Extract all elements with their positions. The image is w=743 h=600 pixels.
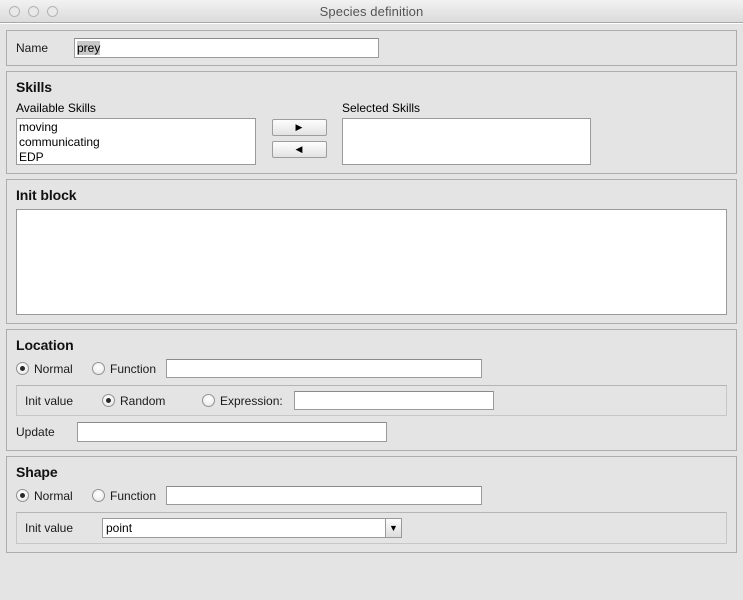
location-function-input[interactable] <box>166 359 482 378</box>
skills-panel: Skills Available Skills Selected Skills … <box>6 71 737 174</box>
location-init-value-panel: Init value Random Expression: <box>16 385 727 416</box>
location-expression-label: Expression: <box>220 393 283 408</box>
shape-normal-label: Normal <box>34 488 73 503</box>
species-definition-window: Species definition Name prey Skills Avai… <box>0 0 743 600</box>
close-button[interactable] <box>9 5 20 17</box>
window-title: Species definition <box>319 3 424 19</box>
shape-panel-title: Shape <box>16 464 58 480</box>
location-function-radio[interactable]: Function <box>92 362 166 376</box>
radio-on-icon <box>16 489 29 502</box>
shape-init-value-panel: Init value point ▼ <box>16 512 727 544</box>
skills-body: moving communicating EDP ▶ ◀ <box>16 118 727 165</box>
available-skills-label: Available Skills <box>16 101 96 115</box>
radio-off-icon <box>92 489 105 502</box>
arrow-right-icon: ▶ <box>295 122 303 132</box>
shape-mode-row: Normal Function <box>16 486 727 505</box>
location-function-label: Function <box>110 361 157 376</box>
add-skill-button[interactable]: ▶ <box>271 119 327 136</box>
location-init-value-row: Init value Random Expression: <box>25 391 718 410</box>
chevron-down-icon[interactable]: ▼ <box>385 519 401 537</box>
location-mode-row: Normal Function <box>16 359 727 378</box>
location-normal-radio[interactable]: Normal <box>16 362 92 376</box>
shape-init-value-label: Init value <box>25 521 74 535</box>
shape-init-value-row: Init value point ▼ <box>25 518 718 538</box>
name-input[interactable]: prey <box>74 38 379 58</box>
skills-column-labels: Available Skills Selected Skills <box>16 101 727 115</box>
shape-init-value-selected: point <box>106 521 133 535</box>
location-expression-input[interactable] <box>293 391 494 410</box>
location-random-label: Random <box>120 393 166 408</box>
list-item[interactable]: moving <box>19 120 253 135</box>
shape-normal-radio[interactable]: Normal <box>16 489 92 503</box>
location-update-label: Update <box>16 425 55 439</box>
shape-function-radio[interactable]: Function <box>92 489 166 503</box>
minimize-button[interactable] <box>28 5 39 17</box>
init-block-textarea[interactable] <box>16 209 727 315</box>
init-block-panel-title: Init block <box>16 187 77 203</box>
location-panel: Location Normal Function Init value Rand… <box>6 329 737 451</box>
radio-off-icon <box>92 362 105 375</box>
shape-init-value-dropdown[interactable]: point ▼ <box>102 518 402 538</box>
skills-transfer-controls: ▶ ◀ <box>256 118 342 158</box>
skills-panel-title: Skills <box>16 79 52 95</box>
zoom-button[interactable] <box>47 5 58 17</box>
location-random-radio[interactable]: Random <box>102 394 202 408</box>
shape-function-label: Function <box>110 488 157 503</box>
radio-on-icon <box>16 362 29 375</box>
selected-skills-list[interactable] <box>342 118 591 165</box>
selected-skills-label: Selected Skills <box>342 101 421 115</box>
location-expression-radio[interactable]: Expression: <box>202 394 283 408</box>
name-label: Name <box>16 41 49 55</box>
list-item[interactable]: EDP <box>19 150 253 164</box>
location-update-input[interactable] <box>77 422 387 442</box>
location-init-value-label: Init value <box>25 393 74 408</box>
location-normal-label: Normal <box>34 361 73 376</box>
available-skills-list[interactable]: moving communicating EDP <box>16 118 256 165</box>
shape-panel: Shape Normal Function Init value point ▼ <box>6 456 737 553</box>
list-item[interactable]: communicating <box>19 135 253 150</box>
shape-function-input[interactable] <box>166 486 482 505</box>
window-titlebar: Species definition <box>0 0 743 23</box>
location-update-row: Update <box>16 422 727 442</box>
window-content: Name prey Skills Available Skills Select… <box>0 23 743 600</box>
name-panel: Name prey <box>6 30 737 66</box>
window-controls <box>9 0 58 22</box>
init-block-panel: Init block <box>6 179 737 324</box>
arrow-left-icon: ◀ <box>295 144 303 154</box>
radio-off-icon <box>202 394 215 407</box>
location-panel-title: Location <box>16 337 74 353</box>
name-input-value: prey <box>77 41 101 55</box>
radio-on-icon <box>102 394 115 407</box>
remove-skill-button[interactable]: ◀ <box>271 141 327 158</box>
